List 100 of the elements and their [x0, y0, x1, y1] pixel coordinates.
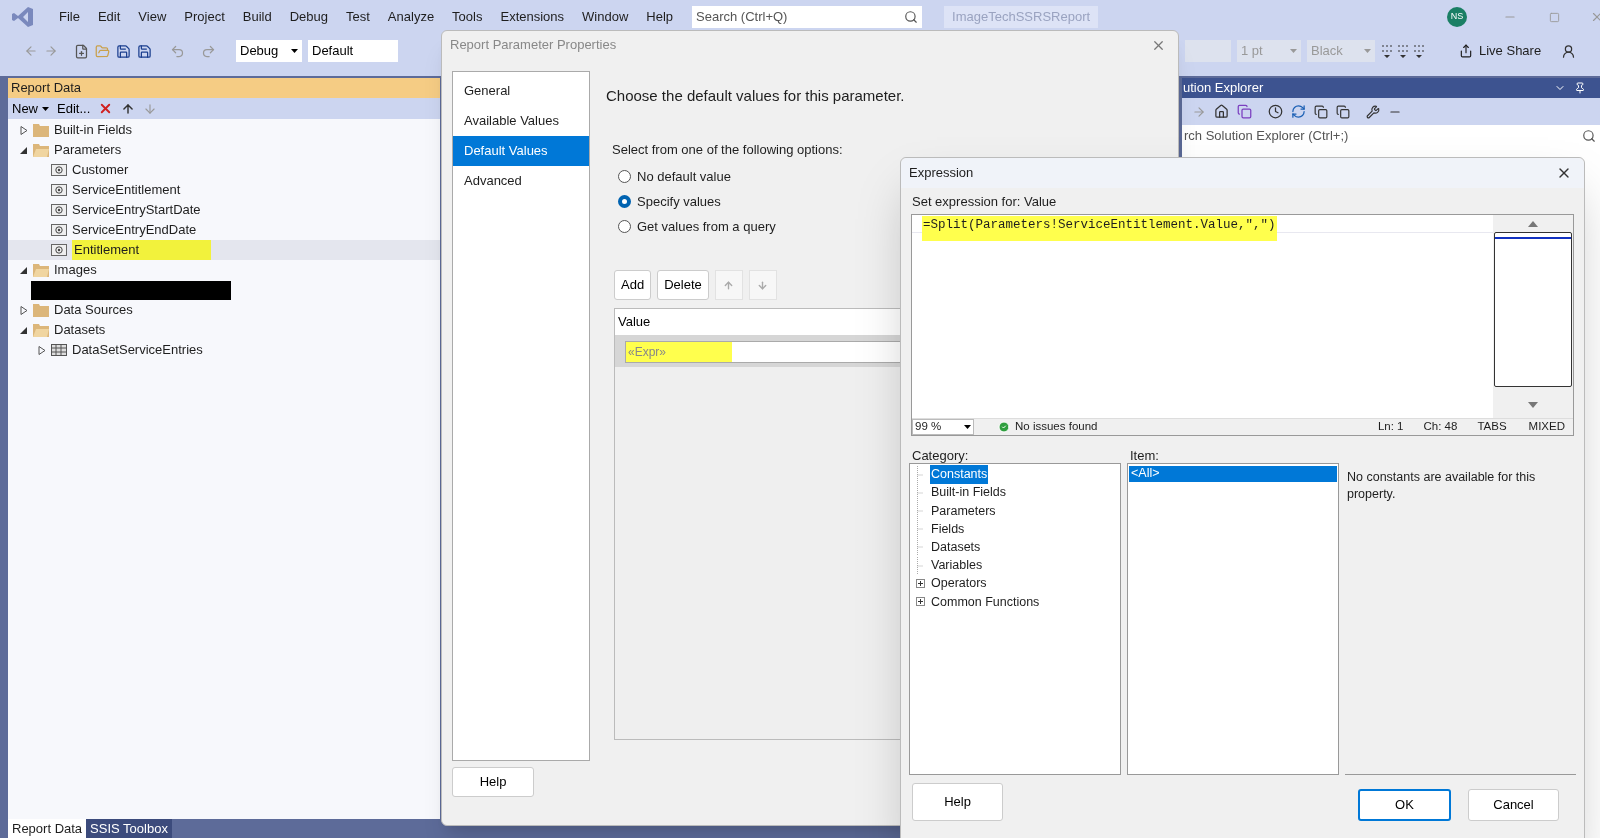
category-item[interactable]: Parameters	[930, 501, 997, 521]
menu-item[interactable]: File	[50, 7, 89, 27]
menu-item[interactable]: Build	[233, 7, 281, 27]
category-item[interactable]: Operators	[930, 574, 988, 594]
search-field[interactable]: rch Solution Explorer (Ctrl+;)	[1182, 125, 1600, 147]
line-ending-mode: MIXED	[1528, 418, 1565, 434]
dialog-title: Report Parameter Properties	[450, 36, 617, 55]
list-item[interactable]: <All>	[1129, 465, 1337, 482]
tree-item[interactable]: Datasets	[8, 320, 440, 340]
expander-icon[interactable]	[38, 345, 46, 355]
tree-item-label: DataSetServiceEntries	[72, 341, 203, 360]
new-button[interactable]: New	[12, 98, 49, 119]
line-number: Ln: 1	[1377, 418, 1404, 434]
page-list-item[interactable]: Advanced	[453, 166, 589, 196]
caret-icon	[42, 106, 49, 111]
tree-item[interactable]: ServiceEntryEndDate	[8, 220, 440, 240]
expander-icon[interactable]	[20, 145, 28, 155]
scroll-down-icon[interactable]	[1528, 401, 1538, 408]
tree-item[interactable]: DataSetServiceEntries	[8, 340, 440, 360]
category-item[interactable]: Fields	[930, 519, 966, 539]
panel-tab[interactable]: SSIS Toolbox	[86, 819, 172, 838]
help-button[interactable]: Help	[912, 782, 1003, 821]
radio-button[interactable]	[618, 220, 631, 233]
menu-item[interactable]: Project	[175, 7, 234, 27]
tree-item-label: ServiceEntitlement	[72, 181, 181, 200]
add-button[interactable]: Add	[614, 270, 652, 300]
category-item[interactable]: Common Functions	[930, 592, 1041, 612]
tree-item[interactable]: Built-in Fields	[8, 120, 440, 140]
properties-icon[interactable]	[1366, 104, 1380, 119]
tree-item[interactable]: ServiceEntryStartDate	[8, 200, 440, 220]
menu-item[interactable]: View	[129, 7, 176, 27]
home-icon[interactable]	[1214, 104, 1229, 119]
zoom-dropdown[interactable]: 99 %	[912, 418, 974, 435]
solution-name: ImageTechSSRSReport	[944, 6, 1099, 28]
cancel-button[interactable]: Cancel	[1468, 788, 1559, 821]
tree-item[interactable]: Parameters	[8, 140, 440, 160]
page-list-item[interactable]: Available Values	[453, 106, 589, 136]
help-button[interactable]: Help	[452, 767, 534, 797]
pin-icon[interactable]	[1574, 82, 1586, 94]
caret-icon	[964, 424, 971, 429]
move-up-icon[interactable]	[121, 101, 136, 116]
expander-icon[interactable]	[20, 325, 28, 335]
tree-item-label: ServiceEntryEndDate	[72, 221, 197, 240]
edit-button[interactable]: Edit...	[57, 98, 91, 119]
radio-button[interactable]	[618, 195, 631, 208]
menu-item[interactable]: Test	[337, 7, 379, 27]
refresh-icon[interactable]	[1291, 104, 1306, 119]
tree-item-label: Built-in Fields	[54, 121, 133, 140]
menu-item[interactable]: Tools	[443, 7, 492, 27]
menu-item[interactable]: Window	[573, 7, 638, 27]
page-list-item[interactable]: General	[453, 76, 589, 106]
scroll-up-icon[interactable]	[1528, 220, 1538, 227]
search-field[interactable]: Search (Ctrl+Q)	[692, 6, 923, 28]
history-icon[interactable]	[1268, 104, 1283, 119]
expander-icon[interactable]	[20, 125, 28, 135]
menu-item[interactable]: Edit	[88, 7, 130, 27]
platform-dropdown[interactable]: Default	[308, 40, 398, 62]
tabs-mode: TABS	[1477, 418, 1507, 434]
category-item[interactable]: Built-in Fields	[930, 483, 1008, 503]
parameter-icon	[51, 224, 67, 236]
ok-button[interactable]: OK	[1358, 788, 1451, 821]
configuration-dropdown[interactable]: Debug	[236, 40, 302, 62]
arrow-up-icon	[723, 279, 735, 291]
overview-scrollbar[interactable]	[1493, 214, 1573, 418]
options-label: Select from one of the following options:	[612, 140, 844, 159]
border-style-icon[interactable]	[1381, 43, 1427, 59]
parameter-icon	[51, 184, 67, 196]
save-all-icon[interactable]	[137, 43, 152, 59]
tree-item[interactable]: ServiceEntitlement	[8, 180, 440, 200]
menu-item[interactable]: Debug	[280, 7, 337, 27]
tree-item[interactable]: Entitlement	[8, 240, 440, 260]
success-icon	[998, 420, 1010, 433]
delete-button[interactable]: Delete	[657, 270, 709, 300]
category-item[interactable]: Constants	[930, 465, 989, 484]
menu-item[interactable]: Extensions	[491, 7, 574, 27]
tree-item[interactable]: Images	[8, 260, 440, 280]
column-number: Ch: 48	[1423, 418, 1458, 434]
tree-item-label: ServiceEntryStartDate	[72, 201, 201, 220]
menu-item[interactable]: Analyze	[378, 7, 444, 27]
expression-editor[interactable]: =Split(Parameters!ServiceEntitlement.Value,",") 99 % No issues found Ln: 1 Ch: 48 TABS MIXED	[911, 213, 1574, 436]
tree-item-label: Customer	[72, 161, 129, 180]
category-item[interactable]: Datasets	[930, 537, 982, 557]
expand-icon[interactable]	[915, 579, 925, 589]
user-avatar[interactable]: NS	[1447, 7, 1467, 27]
status-text: No issues found	[1015, 418, 1098, 434]
expander-icon[interactable]	[20, 265, 28, 275]
arrow-down-icon	[757, 279, 769, 291]
category-item[interactable]: Variables	[930, 556, 984, 575]
panel-tab[interactable]: Report Data	[8, 819, 87, 838]
item-description: No constants are available for this property.	[1347, 468, 1537, 503]
expand-icon[interactable]	[915, 597, 925, 607]
page-list-item[interactable]: Default Values	[453, 136, 589, 166]
radio-button[interactable]	[618, 170, 631, 183]
expander-icon[interactable]	[20, 305, 28, 315]
tree-item[interactable]: Data Sources	[8, 300, 440, 320]
live-share-button[interactable]: Live Share	[1459, 41, 1542, 61]
tree-item[interactable]: Customer	[8, 160, 440, 180]
menu-item[interactable]: Help	[637, 7, 683, 27]
new-item-icon[interactable]	[74, 43, 89, 59]
save-icon[interactable]	[116, 43, 131, 59]
